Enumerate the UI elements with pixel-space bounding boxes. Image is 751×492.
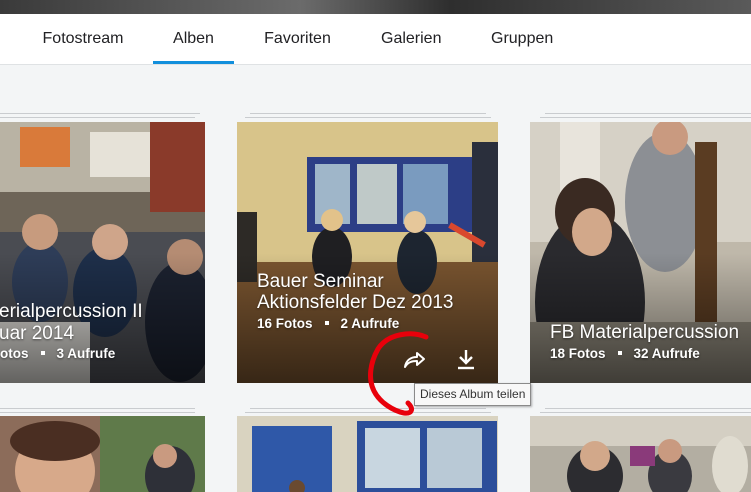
album-stack-edge <box>0 412 195 413</box>
album-title-line1: Bauer Seminar <box>257 271 384 292</box>
album-stack-edge <box>250 113 486 114</box>
header-banner <box>0 0 751 14</box>
album-card-fb-materialpercussion[interactable]: FB Materialpercussion 18 Fotos 32 Aufrufe <box>530 122 751 383</box>
album-gradient <box>530 253 751 383</box>
album-stack-edge <box>545 408 751 409</box>
tab-fotostream[interactable]: Fotostream <box>42 14 124 64</box>
tab-alben[interactable]: Alben <box>153 14 234 64</box>
album-card[interactable] <box>0 416 205 492</box>
album-photo-count: 18 Fotos <box>550 346 606 361</box>
album-photo-count: otos <box>0 346 29 361</box>
album-nav-tabs: Fotostream Alben Favoriten Galerien Grup… <box>0 14 751 65</box>
tab-galerien[interactable]: Galerien <box>381 14 441 64</box>
album-view-count: 32 Aufrufe <box>633 346 700 361</box>
share-tooltip: Dieses Album teilen <box>414 383 532 406</box>
separator-dot <box>324 320 329 325</box>
album-title-line2: uar 2014 <box>0 323 75 344</box>
album-cover-photo <box>237 416 498 492</box>
separator-dot <box>617 350 622 355</box>
album-stack-edge <box>0 117 195 118</box>
album-meta: 18 Fotos 32 Aufrufe <box>550 346 700 361</box>
album-cover-photo <box>530 416 751 492</box>
album-card[interactable] <box>530 416 751 492</box>
album-title-line2: Aktionsfelder Dez 2013 <box>257 292 454 313</box>
tab-favoriten[interactable]: Favoriten <box>264 14 331 64</box>
album-card-materialpercussion-ii[interactable]: erialpercussion II uar 2014 otos 3 Aufruf… <box>0 122 205 383</box>
album-title-line1: erialpercussion II <box>0 301 143 322</box>
album-stack-edge <box>540 412 751 413</box>
album-stack-edge <box>0 113 200 114</box>
album-meta: otos 3 Aufrufe <box>0 346 115 361</box>
album-card[interactable] <box>237 416 498 492</box>
album-stack-edge <box>245 117 491 118</box>
download-button[interactable] <box>453 347 479 373</box>
album-title-line1: FB Materialpercussion <box>550 322 740 343</box>
album-stack-edge <box>0 408 195 409</box>
album-photo-count: 16 Fotos <box>257 316 313 331</box>
download-icon <box>458 350 474 370</box>
album-view-count: 3 Aufrufe <box>56 346 116 361</box>
album-stack-edge <box>545 113 751 114</box>
album-stack-edge <box>540 117 751 118</box>
tab-gruppen[interactable]: Gruppen <box>491 14 553 64</box>
album-cover-photo <box>0 416 205 492</box>
separator-dot <box>40 350 45 355</box>
